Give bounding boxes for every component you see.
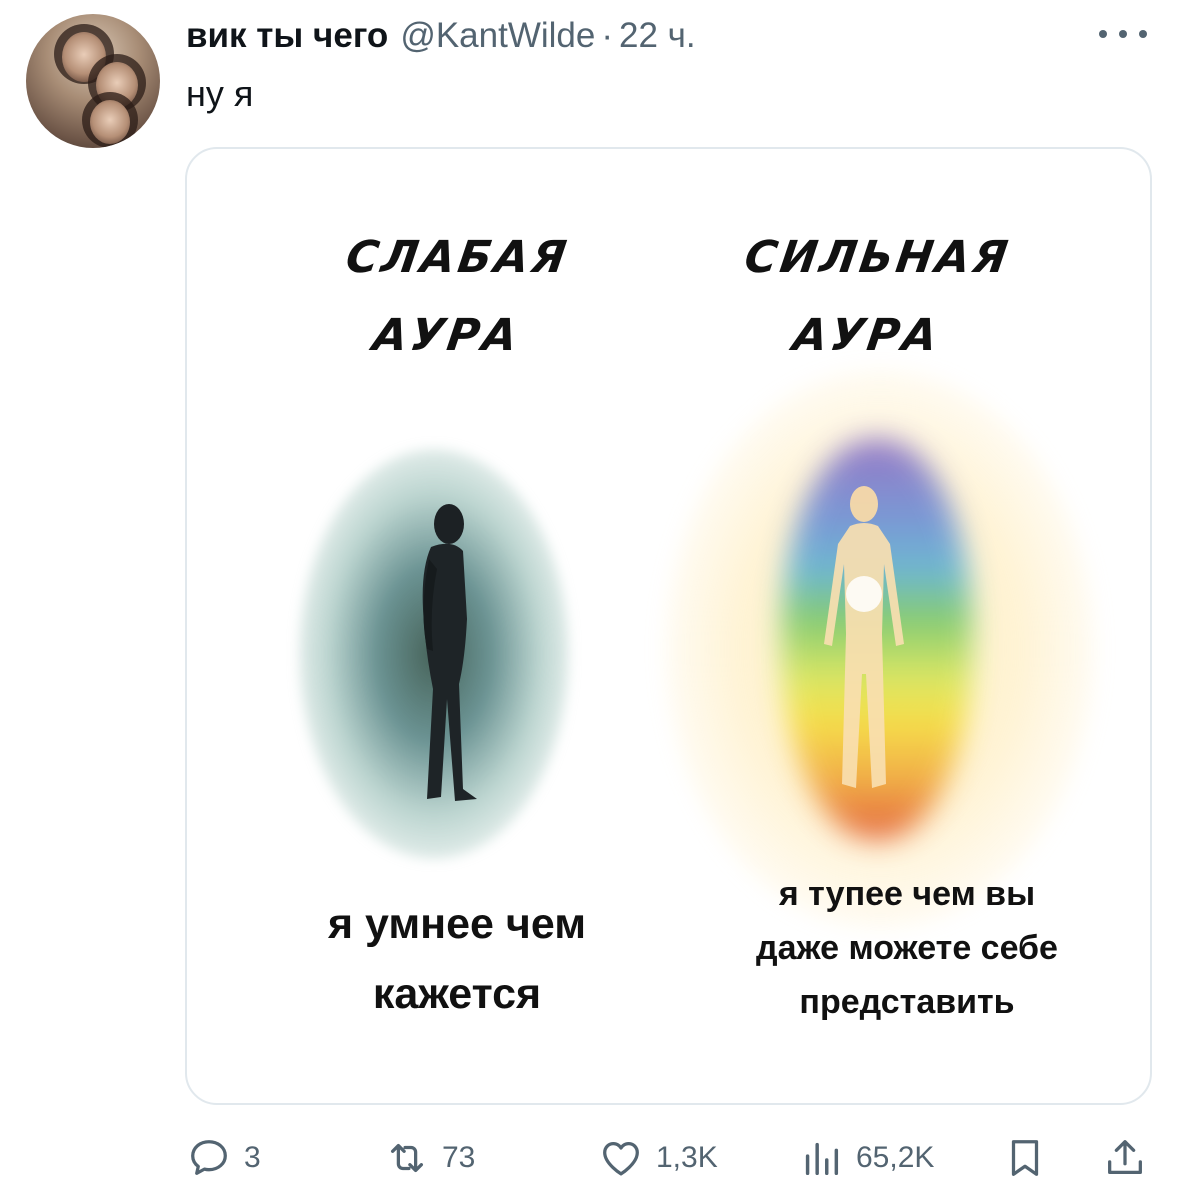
share-icon	[1108, 1140, 1142, 1175]
bookmark-icon	[1011, 1140, 1039, 1176]
strong-aura-heading: СИЛЬНАЯ АУРА	[741, 232, 1014, 361]
heart-icon	[603, 1141, 639, 1176]
views-count: 65,2K	[856, 1141, 935, 1174]
author-avatar[interactable]	[26, 14, 160, 148]
author-handle[interactable]: @KantWilde	[400, 16, 595, 56]
weak-aura-caption: я умнее чем кажется	[327, 900, 587, 1018]
reply-icon	[191, 1140, 227, 1175]
retweet-button[interactable]: 73	[384, 1130, 475, 1186]
like-count: 1,3K	[656, 1141, 718, 1174]
strong-aura-caption: я тупее чем вы даже можете себе представ…	[756, 875, 1058, 1021]
tweet-media-image[interactable]: СЛАБАЯ АУРА СИЛЬНАЯ АУРА я умнее чем каж…	[185, 147, 1152, 1105]
retweet-count: 73	[442, 1141, 476, 1174]
weak-aura-heading: СЛАБАЯ АУРА	[342, 232, 573, 361]
tweet-header: вик ты чего @KantWilde · 22 ч.	[186, 14, 696, 58]
reply-count: 3	[244, 1141, 261, 1174]
tweet-text: ну я	[186, 73, 254, 114]
like-button[interactable]: 1,3K	[598, 1130, 718, 1186]
strong-aura-figure	[824, 486, 904, 788]
author-name[interactable]: вик ты чего	[186, 16, 388, 56]
share-button[interactable]	[1102, 1130, 1148, 1186]
separator-dot: ·	[601, 16, 614, 55]
bookmark-button[interactable]	[1002, 1130, 1048, 1186]
views-button[interactable]: 65,2K	[798, 1130, 934, 1186]
retweet-icon	[390, 1143, 424, 1173]
avatar-face	[90, 100, 130, 144]
weak-aura-figure	[422, 504, 477, 801]
tweet-timestamp[interactable]: 22 ч.	[619, 16, 696, 56]
views-icon	[805, 1142, 839, 1176]
reply-button[interactable]: 3	[186, 1130, 261, 1186]
tweet-actions: 3 73 1,3K 65,2K	[186, 1130, 1146, 1186]
more-icon[interactable]	[1099, 22, 1147, 46]
